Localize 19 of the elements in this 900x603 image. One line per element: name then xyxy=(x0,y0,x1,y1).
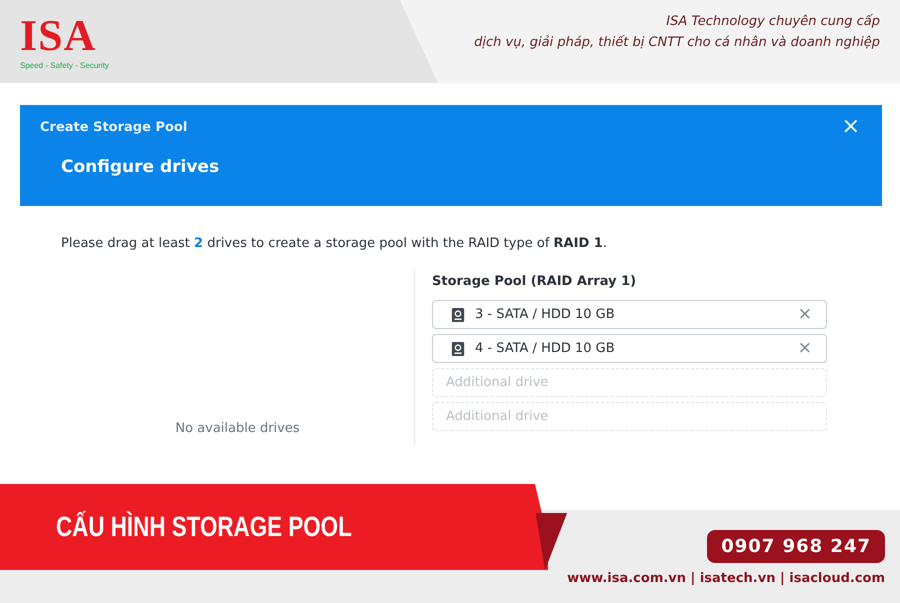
drive-item[interactable]: 3 - SATA / HDD 10 GB × xyxy=(432,300,827,329)
tagline: Speed - Safety - Security xyxy=(20,61,109,70)
phone-badge: 0907 968 247 xyxy=(707,530,885,563)
logo: ISA xyxy=(20,16,96,56)
drive-item[interactable]: 4 - SATA / HDD 10 GB × xyxy=(432,334,827,363)
slogan-line: dịch vụ, giải pháp, thiết bị CNTT cho cá nhân và doanh nghiệp xyxy=(474,34,880,52)
website-links: www.isa.com.vn | isatech.vn | isacloud.com xyxy=(567,571,885,586)
instruction-text: Please drag at least 2 drives to create a storage pool with the RAID type of RAID 1. xyxy=(61,236,608,251)
slogan-line: ISA Technology chuyên cung cấp xyxy=(666,13,880,31)
empty-message: No available drives xyxy=(175,421,300,436)
drive-label: 3 - SATA / HDD 10 GB xyxy=(475,307,616,322)
pool-title: Storage Pool (RAID Array 1) xyxy=(432,274,638,289)
banner-title: CẤU HÌNH STORAGE POOL xyxy=(56,511,352,543)
step-title: Configure drives xyxy=(60,156,220,177)
close-button[interactable]: × xyxy=(838,117,864,137)
drive-label: 4 - SATA / HDD 10 GB xyxy=(475,341,616,356)
dialog-title: Create Storage Pool xyxy=(40,120,188,134)
remove-button[interactable]: × xyxy=(798,340,812,357)
remove-button[interactable]: × xyxy=(798,306,812,323)
